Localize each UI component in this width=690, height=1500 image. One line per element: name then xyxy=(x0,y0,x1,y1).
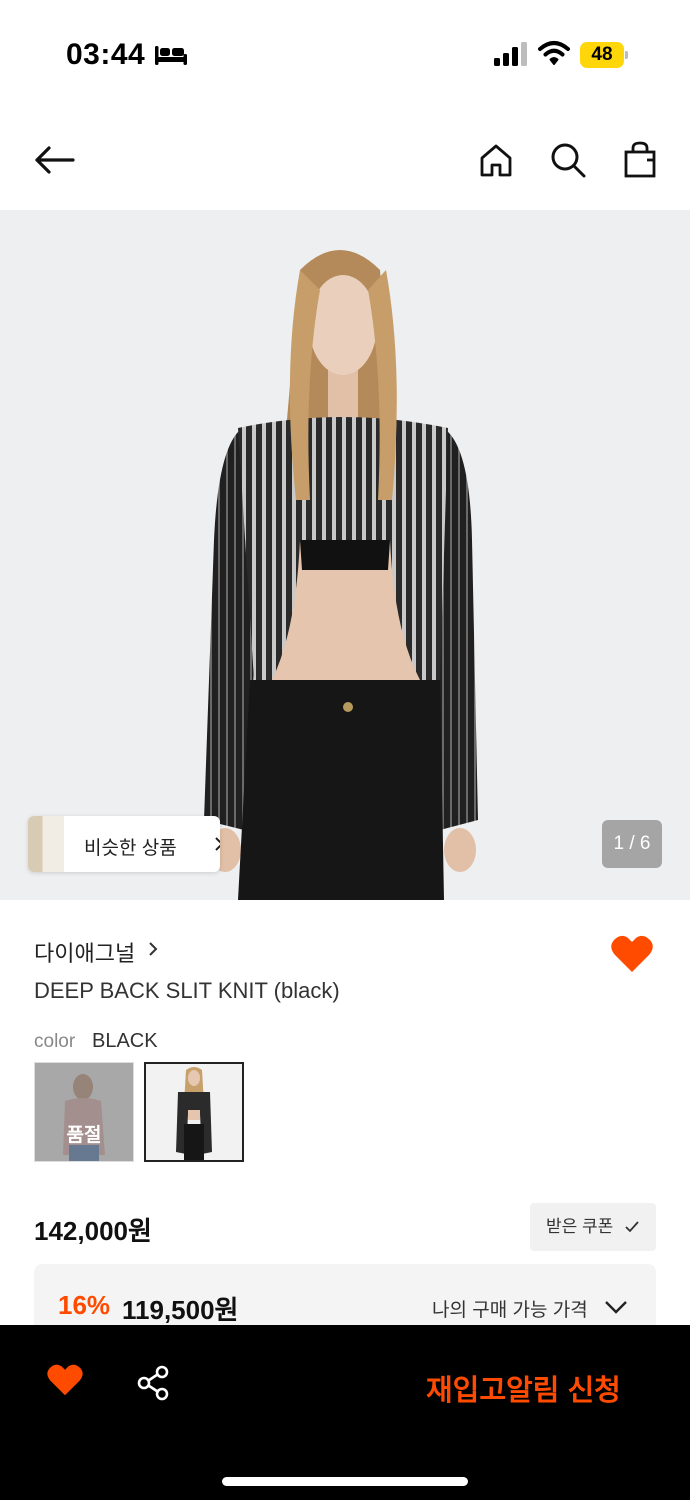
back-button[interactable] xyxy=(32,138,76,182)
brand-name-link[interactable]: 다이애그널 xyxy=(34,936,135,968)
sleep-focus-icon xyxy=(155,46,187,65)
chevron-down-icon xyxy=(605,1301,627,1314)
top-nav-bar xyxy=(0,120,690,200)
status-time: 03:44 xyxy=(66,38,146,71)
coupon-label: 받은 쿠폰 xyxy=(546,1217,614,1236)
back-arrow-icon xyxy=(35,146,75,174)
search-icon xyxy=(551,143,586,178)
product-title: DEEP BACK SLIT KNIT (black) xyxy=(34,978,340,1003)
cart-button[interactable] xyxy=(618,138,662,182)
image-pager: 1 / 6 xyxy=(602,820,662,868)
discount-rate: 16% xyxy=(58,1290,111,1320)
battery-level: 48 xyxy=(580,42,624,68)
cell-signal-icon xyxy=(494,42,527,66)
product-image-carousel[interactable]: 비슷한 상품 1 / 6 xyxy=(0,210,690,900)
swatch-photo xyxy=(146,1064,242,1160)
heart-icon[interactable] xyxy=(610,934,654,974)
similar-products-label: 비슷한 상품 xyxy=(84,838,177,859)
battery-indicator: 48 xyxy=(580,42,628,68)
color-option-value: BLACK xyxy=(92,1030,158,1052)
sold-out-label: 품절 xyxy=(66,1125,102,1146)
home-button[interactable] xyxy=(474,138,518,182)
chevron-right-icon xyxy=(215,837,220,851)
bottom-action-bar: 재입고알림 신청 xyxy=(0,1325,690,1500)
my-price-label: 나의 구매 가능 가격 xyxy=(432,1300,588,1321)
heart-icon[interactable] xyxy=(46,1363,84,1397)
product-photo xyxy=(0,210,690,900)
status-bar: 03:44 48 xyxy=(0,0,690,110)
original-price: 142,000원 xyxy=(34,1216,152,1246)
share-icon[interactable] xyxy=(136,1365,170,1401)
coupon-button[interactable]: 받은 쿠폰 xyxy=(530,1203,656,1251)
home-indicator xyxy=(222,1477,468,1486)
battery-cap xyxy=(625,51,628,59)
chevron-right-icon xyxy=(149,942,158,956)
color-option-label: color xyxy=(34,1031,76,1052)
color-swatch-black[interactable] xyxy=(144,1062,244,1162)
wifi-icon xyxy=(538,41,570,65)
similar-products-button[interactable]: 비슷한 상품 xyxy=(28,816,220,872)
discount-price: 119,500원 xyxy=(122,1295,239,1325)
shopping-bag-icon xyxy=(624,141,656,178)
color-swatch-pink[interactable]: 품절 xyxy=(34,1062,134,1162)
home-icon xyxy=(480,144,512,177)
similar-product-thumbnail xyxy=(28,816,64,872)
restock-alert-button[interactable]: 재입고알림 신청 xyxy=(426,1367,621,1409)
checkmark-icon xyxy=(625,1221,639,1233)
search-button[interactable] xyxy=(546,138,590,182)
